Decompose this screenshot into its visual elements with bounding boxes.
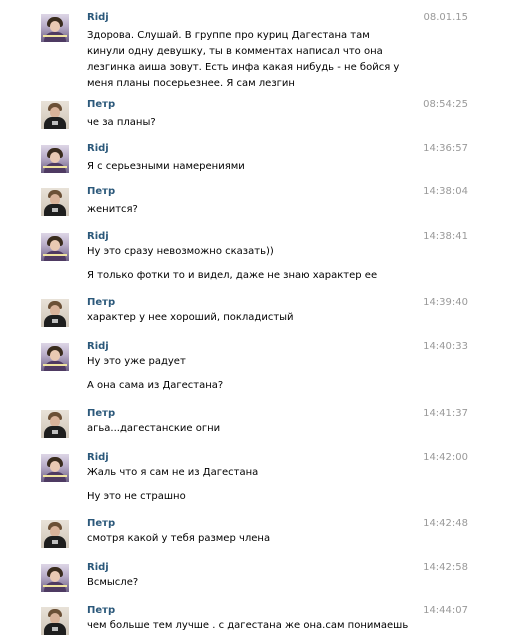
message-text: Всмысле?: [87, 577, 139, 588]
message-timestamp: 14:42:48: [423, 518, 468, 529]
message-timestamp: 14:38:04: [423, 186, 468, 197]
author-name-link[interactable]: Ridj: [87, 562, 109, 573]
avatar[interactable]: [41, 343, 69, 371]
avatar[interactable]: [41, 410, 69, 438]
author-name-link[interactable]: Ridj: [87, 143, 109, 154]
avatar[interactable]: [41, 101, 69, 129]
avatar[interactable]: [41, 233, 69, 261]
avatar[interactable]: [41, 14, 69, 42]
message-timestamp: 14:40:33: [423, 341, 468, 352]
avatar[interactable]: [41, 520, 69, 548]
message-text: А она сама из Дагестана?: [87, 380, 224, 391]
message-text: характер у нее хороший, покладистый: [87, 312, 294, 323]
author-name-link[interactable]: Петр: [87, 408, 115, 419]
message-text: Ну это уже радует: [87, 356, 186, 367]
message-timestamp: 14:42:58: [423, 562, 468, 573]
avatar[interactable]: [41, 454, 69, 482]
author-name-link[interactable]: Ridj: [87, 452, 109, 463]
message-timestamp: 14:44:07: [423, 605, 468, 616]
message-text: Здорова. Слушай. В группе про куриц Даге…: [87, 30, 400, 89]
message-text: чем больше тем лучше . с дагестана же он…: [87, 620, 409, 631]
message-feed: Ridj 08.01.15 Здорова. Слушай. В группе пр…: [0, 0, 519, 640]
message-text: Я только фотки то и видел, даже не знаю …: [87, 270, 378, 281]
author-name-link[interactable]: Петр: [87, 297, 115, 308]
avatar[interactable]: [41, 299, 69, 327]
message-text: агьа...дагестанские огни: [87, 423, 221, 434]
message-timestamp: 14:41:37: [423, 408, 468, 419]
avatar[interactable]: [41, 607, 69, 635]
author-name-link[interactable]: Ridj: [87, 12, 109, 23]
message-timestamp: 14:42:00: [423, 452, 468, 463]
message-text: Я с серьезными намерениями: [87, 161, 245, 172]
message-timestamp: 14:38:41: [423, 231, 468, 242]
message-text: женится?: [87, 204, 138, 215]
avatar[interactable]: [41, 145, 69, 173]
avatar[interactable]: [41, 188, 69, 216]
message-text: Жаль что я сам не из Дагестана: [87, 467, 259, 478]
message-text: Ну это сразу невозможно сказать)): [87, 246, 274, 257]
message-text: че за планы?: [87, 117, 156, 128]
author-name-link[interactable]: Ridj: [87, 231, 109, 242]
avatar[interactable]: [41, 564, 69, 592]
author-name-link[interactable]: Ridj: [87, 341, 109, 352]
message-timestamp: 14:39:40: [423, 297, 468, 308]
author-name-link[interactable]: Петр: [87, 99, 115, 110]
author-name-link[interactable]: Петр: [87, 518, 115, 529]
author-name-link[interactable]: Петр: [87, 186, 115, 197]
message-text: смотря какой у тебя размер члена: [87, 533, 271, 544]
message-timestamp: 08.01.15: [423, 12, 468, 23]
message-timestamp: 14:36:57: [423, 143, 468, 154]
message-text: Ну это не страшно: [87, 491, 186, 502]
author-name-link[interactable]: Петр: [87, 605, 115, 616]
message-timestamp: 08:54:25: [423, 99, 468, 110]
